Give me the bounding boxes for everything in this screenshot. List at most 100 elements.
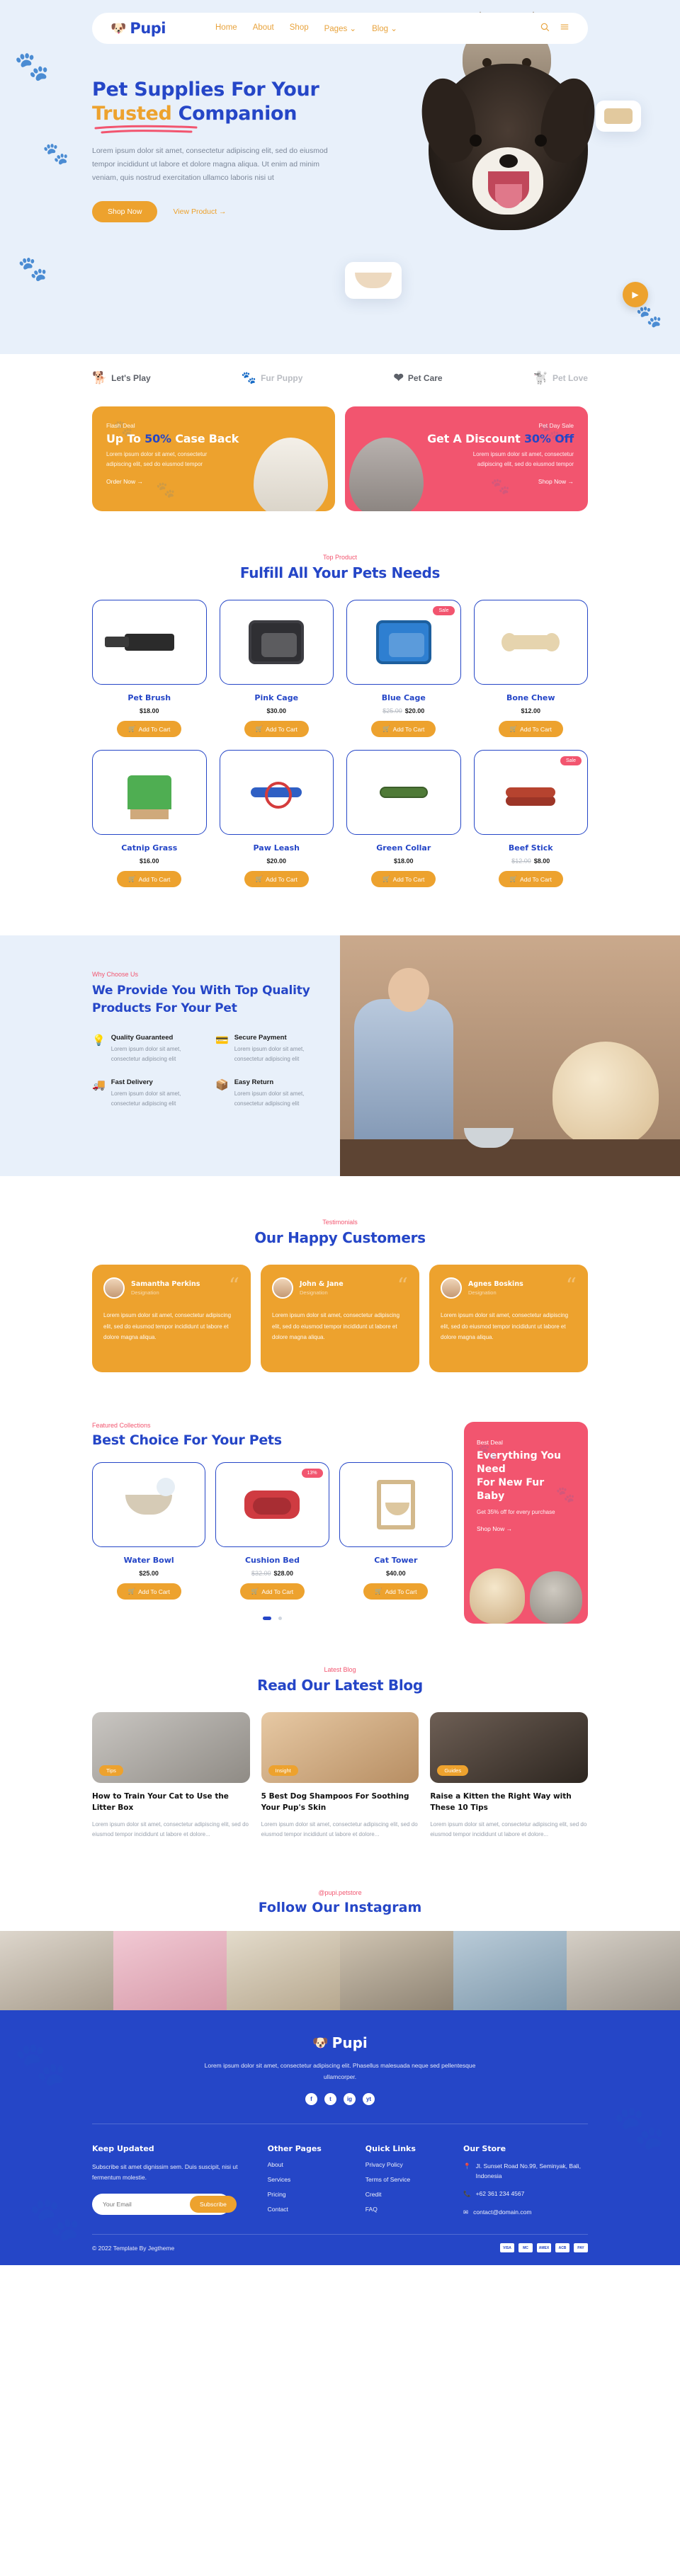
brand-label: Pet Care: [407, 373, 443, 383]
footer-link-terms-of-service[interactable]: Terms of Service: [366, 2176, 446, 2183]
email-input[interactable]: [94, 2196, 190, 2213]
footer-link-services[interactable]: Services: [268, 2176, 348, 2183]
product-name: Pink Cage: [254, 693, 299, 702]
add-to-cart-button[interactable]: 🛒 Add To Cart: [117, 871, 182, 887]
product-card[interactable]: Pink Cage $30.00 🛒 Add To Cart: [219, 600, 334, 737]
add-to-cart-button[interactable]: 🛒 Add To Cart: [244, 721, 309, 737]
view-product-link[interactable]: View Product →: [173, 207, 226, 216]
blog-category-tag[interactable]: Tips: [99, 1765, 123, 1776]
carousel-dot[interactable]: [278, 1617, 283, 1620]
add-to-cart-button[interactable]: 🛒 Add To Cart: [371, 871, 436, 887]
product-card[interactable]: Sale Blue Cage $25.00 $20.00 🛒 Add To Cart: [346, 600, 461, 737]
blog-category-tag[interactable]: Insight: [268, 1765, 298, 1776]
youtube-icon[interactable]: yt: [363, 2092, 375, 2105]
shop-now-button[interactable]: Shop Now: [92, 200, 158, 222]
product-card[interactable]: Pet Brush $18.00 🛒 Add To Cart: [92, 600, 207, 737]
lightbulb-icon: 💡: [92, 1035, 106, 1047]
footer-bottom-bar: © 2022 Template By Jegtheme VISA MC AMEX AC…: [92, 2234, 588, 2265]
footer-link-faq[interactable]: FAQ: [366, 2206, 446, 2213]
facebook-icon[interactable]: f: [305, 2092, 317, 2105]
best-choice-section: Featured Collections Best Choice For You…: [92, 1415, 588, 1624]
footer-link-privacy-policy[interactable]: Privacy Policy: [366, 2161, 446, 2168]
nav-item-home[interactable]: Home: [215, 23, 237, 33]
nav-item-about[interactable]: About: [253, 23, 274, 33]
brand-label: Fur Puppy: [261, 373, 303, 383]
blog-post-title[interactable]: 5 Best Dog Shampoos For Soothing Your Pu…: [261, 1791, 419, 1814]
paw-decoration-icon: 🐾: [18, 256, 48, 283]
avatar: [441, 1277, 462, 1299]
promo-flash-deal[interactable]: 🐾 🐾 Flash Deal Up To 50% Case Back Lorem…: [92, 406, 335, 511]
instagram-photo[interactable]: [0, 1931, 113, 2011]
instagram-photo[interactable]: [567, 1931, 680, 2011]
product-card[interactable]: Cat Tower $40.00 🛒 Add To Cart: [339, 1462, 453, 1600]
why-feature: 🚚 Fast Delivery Lorem ipsum dolor sit am…: [92, 1078, 203, 1109]
blog-post-title[interactable]: How to Train Your Cat to Use the Litter …: [92, 1791, 250, 1814]
add-to-cart-button[interactable]: 🛒 Add To Cart: [244, 871, 309, 887]
footer-logo[interactable]: 🐶 Pupi: [312, 2034, 368, 2051]
add-to-cart-button[interactable]: 🛒 Add To Cart: [117, 721, 182, 737]
add-to-cart-button[interactable]: 🛒 Add To Cart: [363, 1583, 429, 1600]
best-deal-banner[interactable]: 🐾 🐾 Best Deal Everything You Need For Ne…: [464, 1422, 588, 1624]
product-name: Blue Cage: [381, 693, 426, 702]
nav-item-shop[interactable]: Shop: [290, 23, 309, 33]
product-card[interactable]: Sale Beef Stick $12.00 $8.00 🛒 Add To Cart: [473, 750, 588, 887]
add-to-cart-button[interactable]: 🛒 Add To Cart: [498, 721, 563, 737]
product-card[interactable]: Bone Chew $12.00 🛒 Add To Cart: [473, 600, 588, 737]
product-grid: Pet Brush $18.00 🛒 Add To Cart Pink Cage …: [92, 600, 588, 887]
shopping-cart-icon: 🛒: [128, 725, 136, 732]
site-logo[interactable]: 🐶 Pupi: [110, 20, 166, 37]
promo-shop-now-link[interactable]: Shop Now →: [538, 478, 574, 485]
instagram-photo[interactable]: [227, 1931, 340, 2011]
product-thumbnail: [92, 600, 207, 685]
twitter-icon[interactable]: t: [324, 2092, 336, 2105]
instagram-photo[interactable]: [453, 1931, 567, 2011]
product-old-price: $25.00: [382, 707, 402, 714]
instagram-icon[interactable]: ig: [344, 2092, 356, 2105]
blog-card[interactable]: Tips How to Train Your Cat to Use the Li…: [92, 1712, 250, 1840]
footer-columns: Keep Updated Subscribe sit amet dignissi…: [92, 2123, 588, 2235]
return-box-icon: 📦: [215, 1079, 229, 1092]
best-eyebrow: Featured Collections: [92, 1422, 151, 1429]
carousel-dot-active[interactable]: [262, 1617, 271, 1620]
footer-link-pricing[interactable]: Pricing: [268, 2191, 348, 2198]
hero-title-highlight: Trusted: [92, 102, 172, 125]
search-icon[interactable]: [540, 22, 550, 35]
product-card[interactable]: Green Collar $18.00 🛒 Add To Cart: [346, 750, 461, 887]
hero-content: Pet Supplies For Your Trusted Companion …: [92, 44, 588, 222]
store-phone-text: +62 361 234 4567: [475, 2190, 525, 2198]
store-phone[interactable]: 📞 +62 361 234 4567: [463, 2189, 588, 2199]
nav-item-pages[interactable]: Pages ⌄: [324, 23, 356, 33]
product-card[interactable]: Paw Leash $20.00 🛒 Add To Cart: [219, 750, 334, 887]
promo-order-now-link[interactable]: Order Now →: [106, 478, 143, 485]
product-price: $16.00: [139, 857, 159, 865]
add-to-cart-button[interactable]: 🛒 Add To Cart: [371, 721, 436, 737]
product-card[interactable]: Catnip Grass $16.00 🛒 Add To Cart: [92, 750, 207, 887]
footer-link-contact[interactable]: Contact: [268, 2206, 348, 2213]
footer-link-about[interactable]: About: [268, 2161, 348, 2168]
add-to-cart-button[interactable]: 🛒 Add To Cart: [116, 1583, 181, 1600]
product-card[interactable]: Water Bowl $25.00 🛒 Add To Cart: [92, 1462, 206, 1600]
blog-category-tag[interactable]: Guides: [437, 1765, 469, 1776]
play-video-button[interactable]: ▶: [623, 282, 648, 307]
best-deal-shop-now-link[interactable]: Shop Now →: [477, 1525, 512, 1532]
product-card[interactable]: 13% Cushion Bed $32.00 $28.00 🛒 Add To Car…: [215, 1462, 329, 1600]
footer-brand-block: 🐶 Pupi Lorem ipsum dolor sit amet, conse…: [92, 2010, 588, 2123]
product-image: [376, 1480, 415, 1529]
add-to-cart-button[interactable]: 🛒 Add To Cart: [498, 871, 563, 887]
testimonials-section: Testimonials Our Happy Customers “ Saman…: [0, 1176, 680, 1408]
blog-card[interactable]: Guides Raise a Kitten the Right Way with…: [430, 1712, 588, 1840]
subscribe-button[interactable]: Subscribe: [190, 2196, 237, 2213]
store-email[interactable]: ✉ contact@domain.com: [463, 2207, 588, 2217]
instagram-photo[interactable]: [340, 1931, 453, 2011]
why-feature: 📦 Easy Return Lorem ipsum dolor sit amet…: [215, 1078, 326, 1109]
paw-decoration-icon: 🐾: [490, 477, 510, 495]
promo-pet-day-sale[interactable]: 🐾 🐾 Pet Day Sale Get A Discount 30% Off …: [345, 406, 588, 511]
add-to-cart-button[interactable]: 🛒 Add To Cart: [239, 1583, 305, 1600]
instagram-photo[interactable]: [113, 1931, 227, 2011]
blog-card[interactable]: Insight 5 Best Dog Shampoos For Soothing…: [261, 1712, 419, 1840]
treat-biscuit-icon: [604, 108, 633, 124]
nav-item-blog[interactable]: Blog ⌄: [372, 23, 397, 33]
blog-post-title[interactable]: Raise a Kitten the Right Way with These …: [430, 1791, 588, 1814]
hamburger-menu-icon[interactable]: [560, 22, 570, 35]
footer-link-credit[interactable]: Credit: [366, 2191, 446, 2198]
